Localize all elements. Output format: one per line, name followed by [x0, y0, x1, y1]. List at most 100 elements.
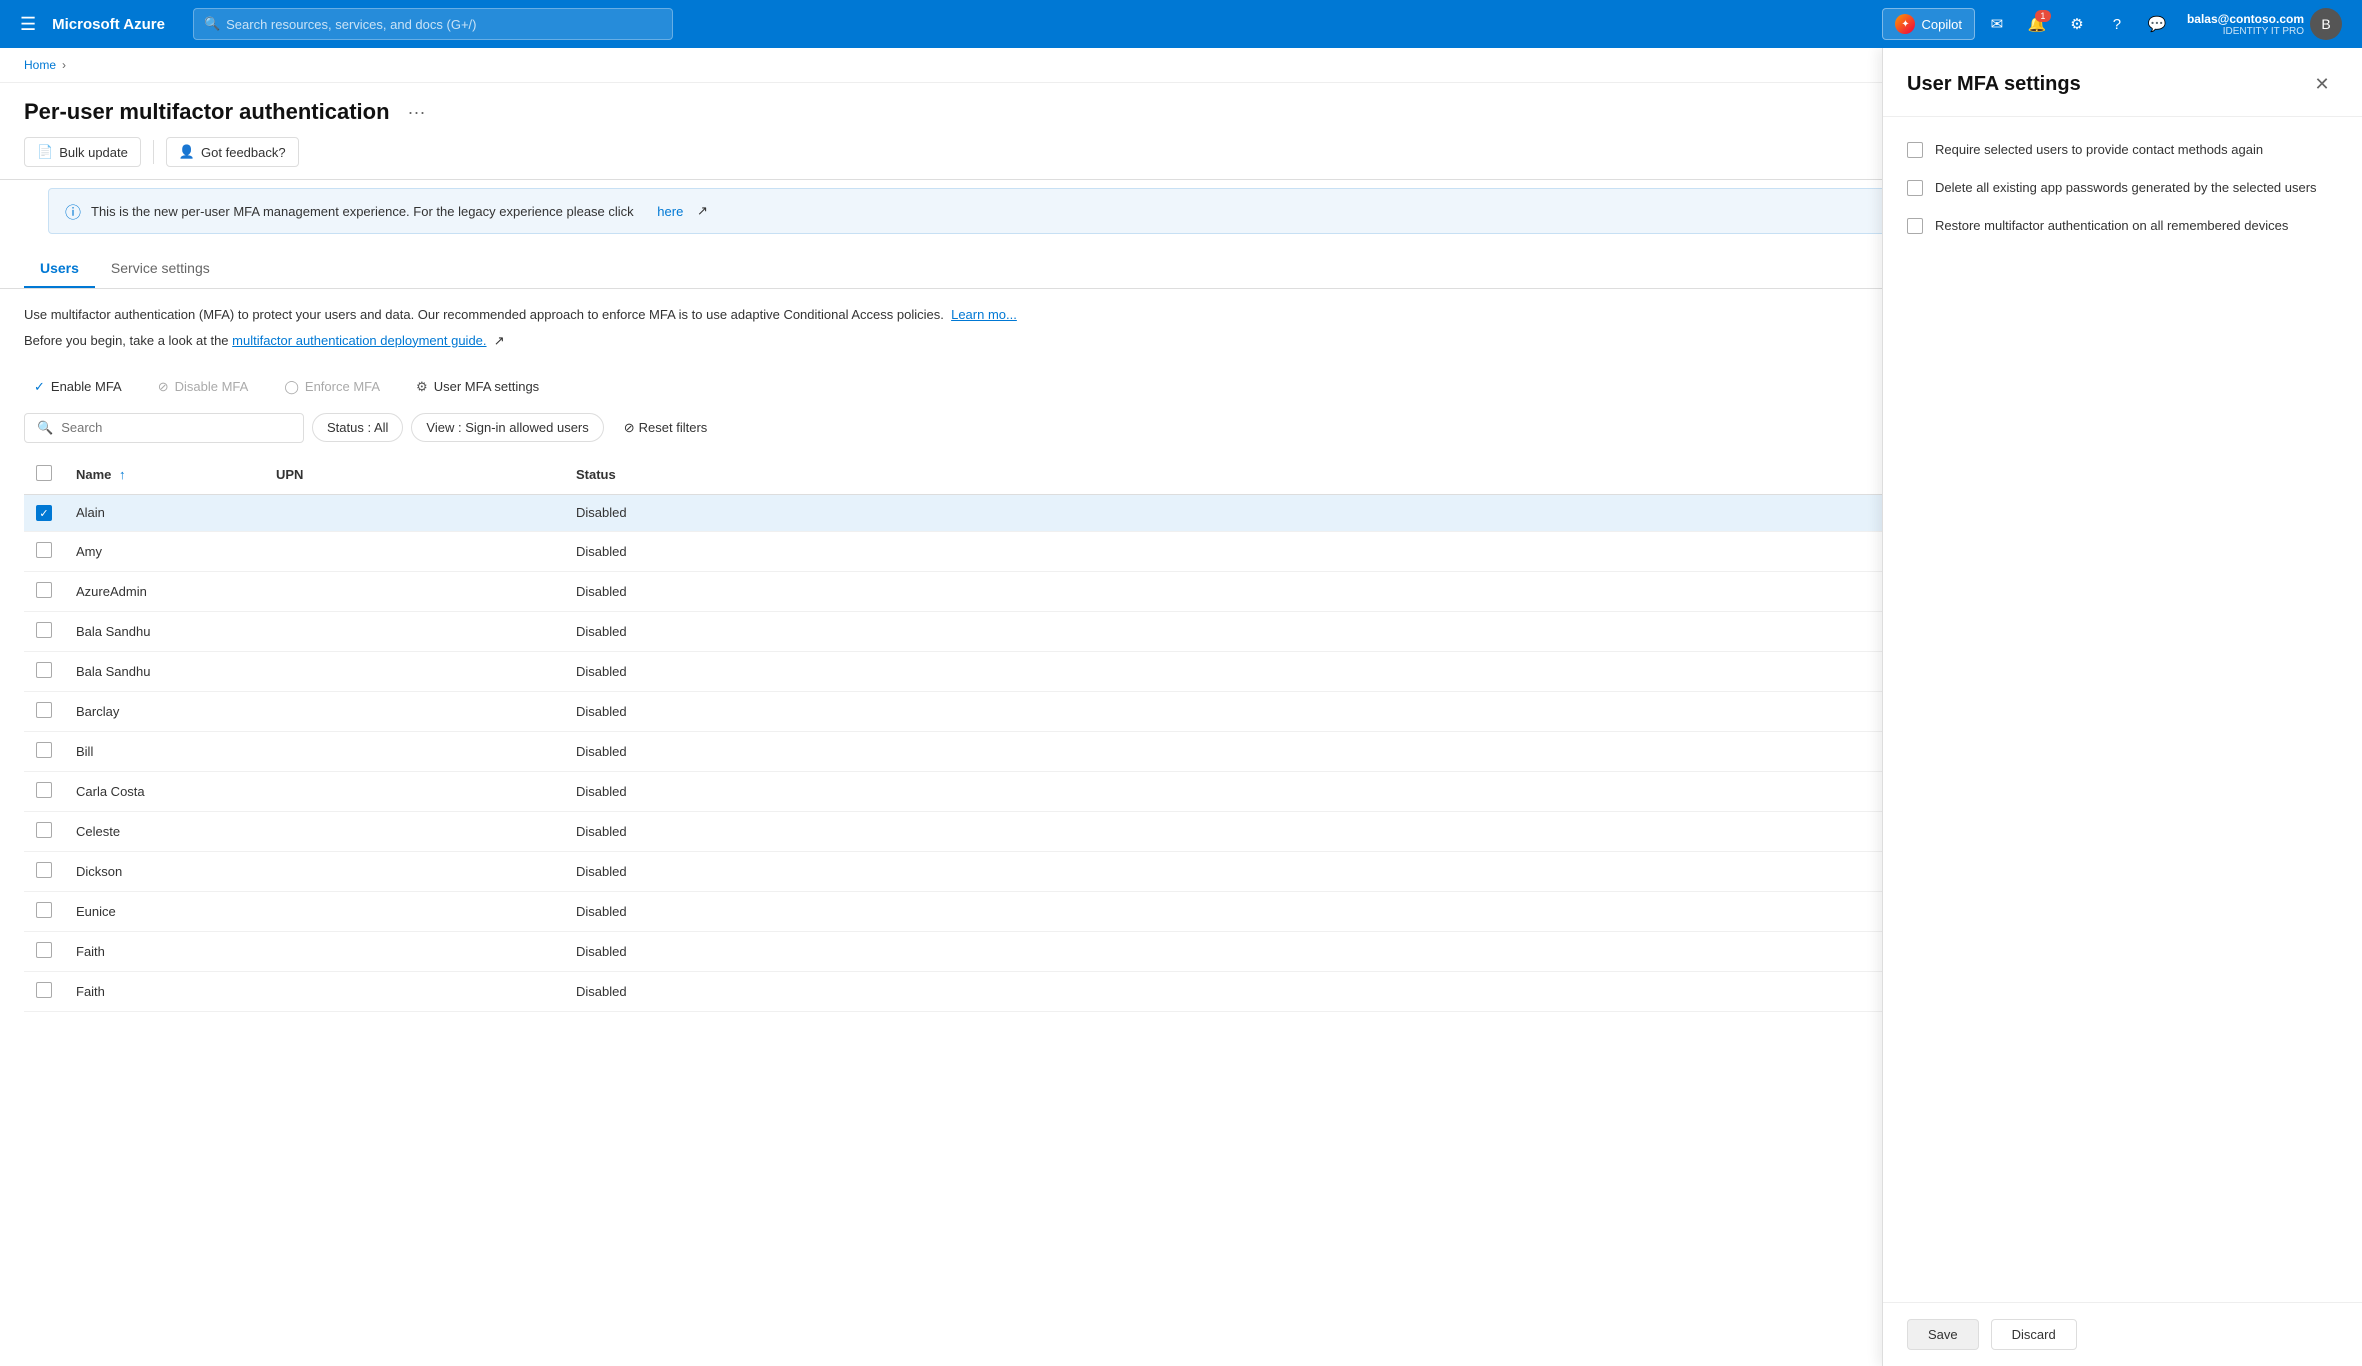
enforce-icon: ◯	[284, 379, 299, 395]
toolbar-separator	[153, 140, 154, 164]
row-checkbox-cell[interactable]	[24, 772, 64, 812]
learn-more-link[interactable]: Learn mo...	[951, 307, 1017, 322]
row-checkbox[interactable]	[36, 942, 52, 958]
row-name: Faith	[64, 932, 264, 972]
feedback-icon[interactable]: 💬	[2139, 6, 2175, 42]
bulk-update-button[interactable]: 📄 Bulk update	[24, 137, 141, 167]
row-checkbox-cell[interactable]	[24, 812, 64, 852]
search-input[interactable]	[226, 17, 662, 32]
panel-title: User MFA settings	[1907, 73, 2081, 96]
save-button[interactable]: Save	[1907, 1319, 1979, 1350]
disable-mfa-button[interactable]: ⊘ Disable MFA	[148, 373, 259, 401]
feedback-button[interactable]: 👤 Got feedback?	[166, 137, 299, 167]
panel-option-checkbox[interactable]	[1907, 218, 1923, 234]
row-name: AzureAdmin	[64, 572, 264, 612]
tab-users[interactable]: Users	[24, 250, 95, 288]
status-filter-button[interactable]: Status : All	[312, 413, 403, 442]
row-name: Alain	[64, 494, 264, 532]
row-name: Bala Sandhu	[64, 652, 264, 692]
filter-icon: ⊘	[624, 420, 635, 436]
panel-option: Require selected users to provide contac…	[1907, 141, 2338, 159]
row-checkbox[interactable]	[36, 902, 52, 918]
row-upn	[264, 812, 564, 852]
row-checkbox[interactable]	[36, 662, 52, 678]
row-upn	[264, 772, 564, 812]
disable-icon: ⊘	[158, 379, 169, 395]
row-name: Barclay	[64, 692, 264, 732]
row-checkbox[interactable]	[36, 742, 52, 758]
select-all-header[interactable]	[24, 455, 64, 495]
row-name: Faith	[64, 972, 264, 1012]
name-column-header[interactable]: Name ↑	[64, 455, 264, 495]
copilot-button[interactable]: ✦ Copilot	[1882, 8, 1974, 40]
upn-column-header[interactable]: UPN	[264, 455, 564, 495]
row-checkbox[interactable]	[36, 702, 52, 718]
search-icon: 🔍	[204, 16, 220, 32]
row-checkbox-cell[interactable]	[24, 852, 64, 892]
view-filter-button[interactable]: View : Sign-in allowed users	[411, 413, 603, 442]
row-checkbox[interactable]	[36, 782, 52, 798]
checkmark-icon: ✓	[34, 379, 45, 395]
panel-option-checkbox[interactable]	[1907, 142, 1923, 158]
feedback-icon: 👤	[179, 144, 195, 160]
row-checkbox[interactable]: ✓	[36, 505, 52, 521]
notification-bell-icon[interactable]: 🔔 1	[2019, 6, 2055, 42]
help-icon[interactable]: ?	[2099, 6, 2135, 42]
row-checkbox[interactable]	[36, 822, 52, 838]
user-profile[interactable]: balas@contoso.com IDENTITY IT PRO B	[2179, 4, 2350, 44]
panel-close-button[interactable]: ✕	[2306, 68, 2338, 100]
reset-filters-button[interactable]: ⊘ Reset filters	[612, 414, 720, 442]
row-checkbox-cell[interactable]	[24, 652, 64, 692]
select-all-checkbox[interactable]	[36, 465, 52, 481]
row-name: Eunice	[64, 892, 264, 932]
row-upn	[264, 532, 564, 572]
bulk-update-icon: 📄	[37, 144, 53, 160]
email-icon[interactable]: ✉	[1979, 6, 2015, 42]
row-upn	[264, 612, 564, 652]
search-input[interactable]	[61, 420, 291, 435]
more-options-button[interactable]: ···	[402, 100, 432, 125]
row-checkbox-cell[interactable]	[24, 972, 64, 1012]
row-checkbox[interactable]	[36, 542, 52, 558]
row-name: Bill	[64, 732, 264, 772]
row-upn	[264, 692, 564, 732]
panel-option-label: Restore multifactor authentication on al…	[1935, 217, 2288, 235]
discard-button[interactable]: Discard	[1991, 1319, 2077, 1350]
row-checkbox-cell[interactable]	[24, 932, 64, 972]
row-name: Bala Sandhu	[64, 612, 264, 652]
enable-mfa-button[interactable]: ✓ Enable MFA	[24, 373, 132, 401]
row-upn	[264, 852, 564, 892]
row-upn	[264, 494, 564, 532]
row-checkbox-cell[interactable]: ✓	[24, 494, 64, 532]
row-checkbox[interactable]	[36, 982, 52, 998]
page-title: Per-user multifactor authentication	[24, 99, 390, 125]
copilot-icon: ✦	[1895, 14, 1915, 34]
row-checkbox-cell[interactable]	[24, 692, 64, 732]
enforce-mfa-button[interactable]: ◯ Enforce MFA	[274, 373, 390, 401]
nav-right-icons: ✦ Copilot ✉ 🔔 1 ⚙ ? 💬 balas@contoso.com …	[1882, 4, 2350, 44]
hamburger-menu[interactable]: ☰	[12, 10, 44, 39]
right-panel: User MFA settings ✕ Require selected use…	[1882, 48, 2362, 1366]
row-checkbox-cell[interactable]	[24, 532, 64, 572]
row-checkbox-cell[interactable]	[24, 732, 64, 772]
panel-option-checkbox[interactable]	[1907, 180, 1923, 196]
row-upn	[264, 932, 564, 972]
row-checkbox-cell[interactable]	[24, 612, 64, 652]
row-checkbox[interactable]	[36, 862, 52, 878]
row-checkbox[interactable]	[36, 582, 52, 598]
row-checkbox-cell[interactable]	[24, 572, 64, 612]
global-search[interactable]: 🔍	[193, 8, 673, 40]
tab-service-settings[interactable]: Service settings	[95, 250, 226, 288]
search-icon: 🔍	[37, 420, 53, 436]
row-checkbox[interactable]	[36, 622, 52, 638]
row-name: Dickson	[64, 852, 264, 892]
row-checkbox-cell[interactable]	[24, 892, 64, 932]
legacy-link[interactable]: here	[657, 204, 683, 219]
row-upn	[264, 652, 564, 692]
user-mfa-settings-button[interactable]: ⚙ User MFA settings	[406, 373, 549, 401]
deployment-guide-link[interactable]: multifactor authentication deployment gu…	[232, 333, 486, 348]
search-box[interactable]: 🔍	[24, 413, 304, 443]
settings-gear-icon[interactable]: ⚙	[2059, 6, 2095, 42]
top-navigation: ☰ Microsoft Azure 🔍 ✦ Copilot ✉ 🔔 1 ⚙ ? …	[0, 0, 2362, 48]
breadcrumb-home[interactable]: Home	[24, 58, 56, 72]
